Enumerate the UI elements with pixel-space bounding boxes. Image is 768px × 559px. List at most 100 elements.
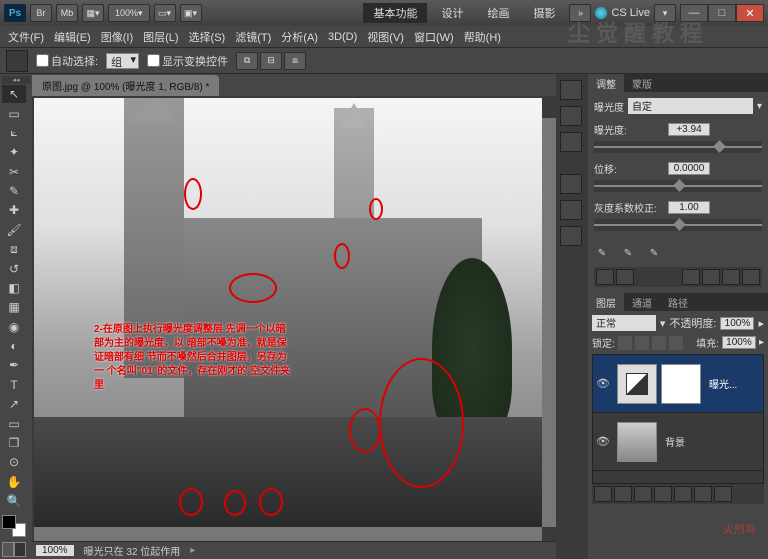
menu-image[interactable]: 图像(I) [97,27,137,47]
foreground-color[interactable] [2,515,16,529]
blur-tool[interactable]: ◉ [2,318,26,336]
lock-position-icon[interactable] [652,336,666,350]
auto-select-checkbox[interactable]: 自动选择: [36,53,98,69]
3d-camera-tool[interactable]: ⊙ [2,453,26,471]
menu-analysis[interactable]: 分析(A) [277,27,322,47]
tab-adjustments[interactable]: 调整 [588,74,624,92]
brush-tool[interactable]: 🖌 [2,221,26,239]
wand-tool[interactable]: ✦ [2,143,26,161]
layer-style-button[interactable] [614,486,632,502]
align-button[interactable]: ⧈ [284,52,306,70]
workspace-basic[interactable]: 基本功能 [363,3,427,23]
maximize-button[interactable]: □ [708,4,736,22]
workspace-design[interactable]: 设计 [431,3,473,23]
arrange-button[interactable]: ▭▾ [154,4,176,22]
adj-back-button[interactable] [596,269,614,285]
menu-file[interactable]: 文件(F) [4,27,48,47]
menu-select[interactable]: 选择(S) [185,27,230,47]
zoom-tool[interactable]: 🔍 [2,492,26,510]
canvas[interactable]: 2-在原图上执行曝光度调整层 先调一个以暗部为主的曝光度，以 暗部不嗓为准，就是… [34,98,542,527]
close-button[interactable]: ✕ [736,4,764,22]
zoom-level[interactable]: 100% ▾ [108,4,150,22]
menu-filter[interactable]: 滤镜(T) [231,27,275,47]
lock-pixels-icon[interactable] [635,336,649,350]
delete-layer-button[interactable] [714,486,732,502]
history-brush-tool[interactable]: ↺ [2,259,26,277]
show-transform-checkbox[interactable]: 显示变换控件 [147,53,228,69]
gamma-value[interactable]: 1.00 [668,201,710,214]
offset-value[interactable]: 0.0000 [668,162,710,175]
eraser-tool[interactable]: ◧ [2,279,26,297]
foreground-background-colors[interactable] [2,515,26,537]
lock-transparency-icon[interactable] [618,336,632,350]
align-button[interactable]: ⊟ [260,52,282,70]
adj-clip-button[interactable] [682,269,700,285]
lock-all-icon[interactable] [669,336,683,350]
status-zoom[interactable]: 100% [36,545,74,556]
bridge-button[interactable]: Br [30,4,52,22]
layer-name[interactable]: 曝光... [705,376,737,391]
eyedropper-white-icon[interactable]: ✎ [646,245,662,261]
exposure-value[interactable]: +3.94 [668,123,710,136]
panel-icon[interactable] [560,106,582,126]
adj-expand-button[interactable] [616,269,634,285]
panel-icon[interactable] [560,132,582,152]
menu-help[interactable]: 帮助(H) [460,27,505,47]
adj-visibility-button[interactable] [702,269,720,285]
layer-row[interactable]: 👁 曝光... [593,355,763,413]
layer-row[interactable]: 👁 背景 [593,413,763,471]
opacity-value[interactable]: 100% [720,317,754,330]
minibridge-button[interactable]: Mb [56,4,78,22]
hand-tool[interactable]: ✋ [2,473,26,491]
menu-layer[interactable]: 图层(L) [139,27,182,47]
layer-thumb[interactable] [617,422,657,462]
stamp-tool[interactable]: ⧈ [2,240,26,258]
dodge-tool[interactable]: ◐ [2,337,26,355]
screen-mode-button[interactable]: ▣▾ [180,4,202,22]
workspace-painting[interactable]: 绘画 [477,3,519,23]
panel-icon[interactable] [560,174,582,194]
eyedropper-tool[interactable]: ✎ [2,182,26,200]
eyedropper-gray-icon[interactable]: ✎ [620,245,636,261]
move-tool[interactable]: ↖ [2,85,26,103]
quickmask-toggle[interactable] [2,542,26,557]
menu-edit[interactable]: 编辑(E) [50,27,95,47]
blend-mode-select[interactable]: 正常 [592,315,656,331]
panel-icon[interactable] [560,226,582,246]
gamma-slider[interactable] [594,219,762,231]
type-tool[interactable]: T [2,376,26,394]
shape-tool[interactable]: ▭ [2,414,26,432]
link-layers-button[interactable] [594,486,612,502]
layer-mask-button[interactable] [634,486,652,502]
tab-paths[interactable]: 路径 [660,293,696,311]
tab-masks[interactable]: 蒙版 [624,74,660,92]
adj-reset-button[interactable] [722,269,740,285]
tab-layers[interactable]: 图层 [588,293,624,311]
tab-channels[interactable]: 通道 [624,293,660,311]
path-tool[interactable]: ↗ [2,395,26,413]
mask-thumb[interactable] [661,364,701,404]
crop-tool[interactable]: ✂ [2,163,26,181]
lasso-tool[interactable]: ⟀ [2,124,26,142]
pen-tool[interactable]: ✒ [2,356,26,374]
vertical-scrollbar[interactable] [542,118,556,527]
eyedropper-black-icon[interactable]: ✎ [594,245,610,261]
gradient-tool[interactable]: ▦ [2,298,26,316]
exposure-slider[interactable] [594,141,762,153]
menu-3d[interactable]: 3D(D) [324,29,361,45]
group-button[interactable] [674,486,692,502]
workspace-photography[interactable]: 摄影 [523,3,565,23]
3d-tool[interactable]: ❐ [2,434,26,452]
fill-value[interactable]: 100% [722,336,756,349]
toolbox-collapse[interactable]: ◂◂ [2,76,30,84]
auto-select-target[interactable]: 组 [106,53,139,69]
align-button[interactable]: ⧉ [236,52,258,70]
panel-icon[interactable] [560,200,582,220]
offset-slider[interactable] [594,180,762,192]
visibility-icon[interactable]: 👁 [593,435,613,448]
horizontal-scrollbar[interactable] [34,527,542,541]
heal-tool[interactable]: ✚ [2,201,26,219]
document-tab[interactable]: 原图.jpg @ 100% (曝光度 1, RGB/8) * [32,75,219,96]
layer-name[interactable]: 背景 [661,434,685,449]
adjustment-thumb[interactable] [617,364,657,404]
